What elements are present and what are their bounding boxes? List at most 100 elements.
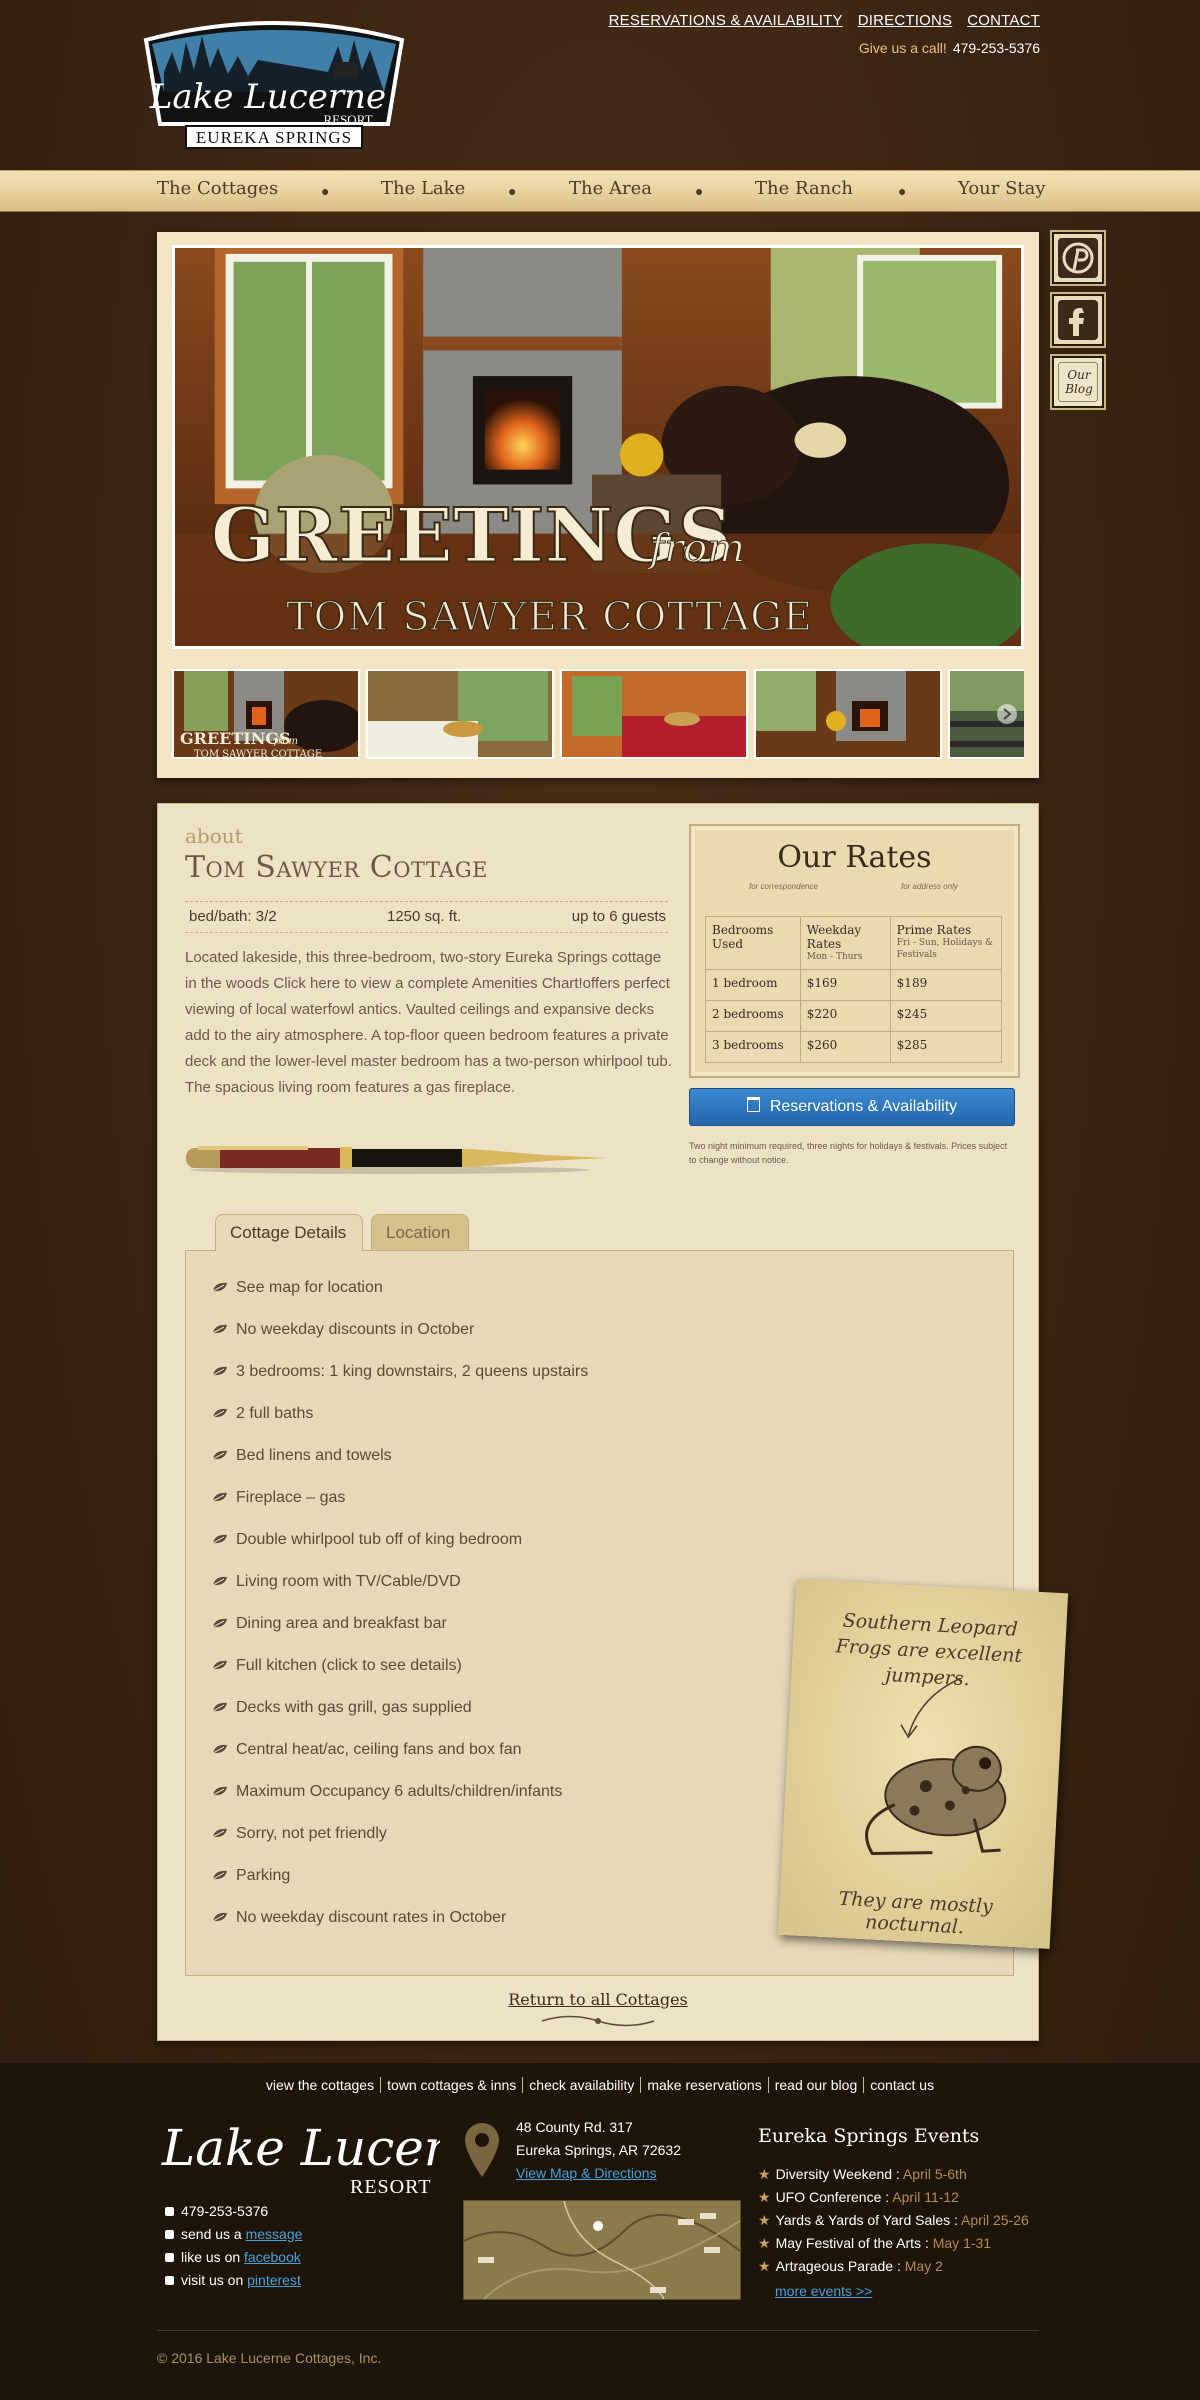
nav-area[interactable]: The Area [569,178,652,199]
star-icon: ★ [758,2189,771,2205]
rates-table: Bedrooms Used Weekday Rates Mon - Thurs P… [705,916,1003,1063]
nav-cottages[interactable]: The Cottages [157,178,278,199]
event-item[interactable]: ★ Diversity Weekend : April 5-6th [758,2166,967,2183]
list-item-text: See map for location [236,1279,383,1296]
thumbnail-image [368,671,552,757]
map-directions-link[interactable]: View Map & Directions [516,2165,657,2181]
list-item-text: 3 bedrooms: 1 king downstairs, 2 queens … [236,1363,589,1380]
footer-link-contact[interactable]: contact us [863,2077,941,2093]
nav-separator: ● [321,183,330,199]
event-item[interactable]: ★ Artrageous Parade : May 2 [758,2258,943,2275]
event-date: April 11-12 [892,2189,959,2205]
reservations-button[interactable]: Reservations & Availability [689,1088,1015,1126]
footer-facebook-row: like us on facebook [165,2249,301,2265]
list-item: Parking [212,1867,290,1885]
list-item-text: Decks with gas grill, gas supplied [236,1699,472,1716]
pinterest-button[interactable] [1052,232,1104,284]
nav-your-stay[interactable]: Your Stay [958,178,1046,199]
fountain-pen-image [186,1146,606,1174]
footer-message-row: send us a message [165,2226,302,2242]
list-item-text: Dining area and breakfast bar [236,1615,447,1632]
footer-link-town[interactable]: town cottages & inns [380,2077,523,2093]
pinterest-icon [1058,238,1098,278]
nav-lake[interactable]: The Lake [381,178,465,199]
list-item-text: Double whirlpool tub off of king bedroom [236,1531,523,1548]
thumbnail-caption-1b: from [273,736,298,747]
list-item: Sorry, not pet friendly [212,1825,387,1843]
rates-cell: $220 [799,1000,891,1032]
list-item-text: Sorry, not pet friendly [236,1825,387,1842]
event-item[interactable]: ★ Yards & Yards of Yard Sales : April 25-… [758,2212,1029,2229]
page-title: Tom Sawyer Cottage [185,850,488,885]
thumbnail[interactable] [754,669,942,759]
leaf-bullet-icon [212,1912,227,1922]
list-item: Central heat/ac, ceiling fans and box fa… [212,1741,522,1759]
event-item[interactable]: ★ May Festival of the Arts : May 1-31 [758,2235,991,2252]
more-events-link[interactable]: more events >> [775,2283,872,2299]
leaf-bullet-icon [212,1492,227,1502]
thumbnail[interactable] [560,669,748,759]
rates-row: 1 bedroom $169 $189 [705,969,1003,1001]
star-icon: ★ [758,2166,771,2182]
events-title: Eureka Springs Events [758,2125,980,2147]
rates-header-row: Bedrooms Used Weekday Rates Mon - Thurs P… [705,916,1003,970]
top-link-contact[interactable]: CONTACT [967,12,1040,29]
facebook-link[interactable]: facebook [244,2249,301,2265]
main-nav: The Cottages ● The Lake ● The Area ● The… [0,170,1200,212]
rates-card: Our Rates for correspondence for address… [689,824,1020,1078]
mail-icon [165,2230,174,2239]
leaf-bullet-icon [212,1618,227,1628]
footer-link-blog[interactable]: read our blog [767,2077,864,2093]
thumbnail-image: GREETINGS from TOM SAWYER COTTAGE [174,671,358,757]
rates-cell: $169 [799,969,891,1001]
footer-logo[interactable]: Lake Lucerne RESORT [160,2117,440,2197]
hero-from: from [647,525,745,571]
hero-image[interactable]: GREETINGS from TOM SAWYER COTTAGE [172,245,1024,649]
rates-cell: $260 [799,1031,891,1063]
cottage-description: Located lakeside, this three-bedroom, tw… [185,949,672,1096]
thumbnail[interactable]: GREETINGS from TOM SAWYER COTTAGE [172,669,360,759]
resort-logo[interactable]: Lake Lucerne RESORT EUREKA SPRINGS [138,12,410,154]
footer-link-cottages[interactable]: view the cottages [260,2077,380,2093]
thumbnail-strip: GREETINGS from TOM SAWYER COTTAGE [172,669,1024,759]
next-arrow-icon[interactable] [996,703,1018,725]
return-to-cottages-link[interactable]: Return to all Cottages [158,1990,1038,2009]
list-item: 2 full baths [212,1405,313,1423]
leaf-bullet-icon [212,1282,227,1292]
list-item: See map for location [212,1279,383,1297]
top-link-reservations[interactable]: RESERVATIONS & AVAILABILITY [609,12,843,29]
list-item: No weekday discounts in October [212,1321,474,1339]
star-icon: ★ [758,2235,771,2251]
rates-cell: 1 bedroom [705,969,801,1001]
blog-button[interactable]: Our Blog [1052,356,1104,408]
list-item-text: Central heat/ac, ceiling fans and box fa… [236,1741,522,1758]
leaf-bullet-icon [212,1366,227,1376]
thumbnail[interactable] [366,669,554,759]
address-line2: Eureka Springs, AR 72632 [516,2142,681,2158]
list-item-text: Full kitchen (click to see details) [236,1657,462,1674]
list-item: Decks with gas grill, gas supplied [212,1699,472,1717]
rates-cell: $285 [889,1031,1003,1063]
list-item[interactable]: Full kitchen (click to see details) [212,1657,462,1675]
event-item[interactable]: ★ UFO Conference : April 11-12 [758,2189,959,2206]
header-phone[interactable]: 479-253-5376 [953,40,1040,56]
tab-location[interactable]: Location [371,1214,469,1250]
footer-link-reservations[interactable]: make reservations [640,2077,768,2093]
list-item: Fireplace – gas [212,1489,345,1507]
footer-link-availability[interactable]: check availability [522,2077,641,2093]
message-link[interactable]: message [246,2226,303,2242]
thumbnail-image [562,671,746,757]
facebook-button[interactable] [1052,294,1104,346]
rates-cell: $245 [889,1000,1003,1032]
footer-phone[interactable]: 479-253-5376 [181,2203,268,2219]
nav-separator: ● [508,183,517,199]
location-map[interactable] [463,2200,741,2300]
pinterest-link[interactable]: pinterest [247,2272,301,2288]
leaf-bullet-icon [212,1702,227,1712]
rates-cell: $189 [889,969,1003,1001]
top-link-directions[interactable]: DIRECTIONS [858,12,953,29]
nav-ranch[interactable]: The Ranch [755,178,853,199]
facebook-icon [165,2253,174,2262]
tab-cottage-details[interactable]: Cottage Details [215,1214,363,1251]
event-date: May 1-31 [932,2235,992,2251]
